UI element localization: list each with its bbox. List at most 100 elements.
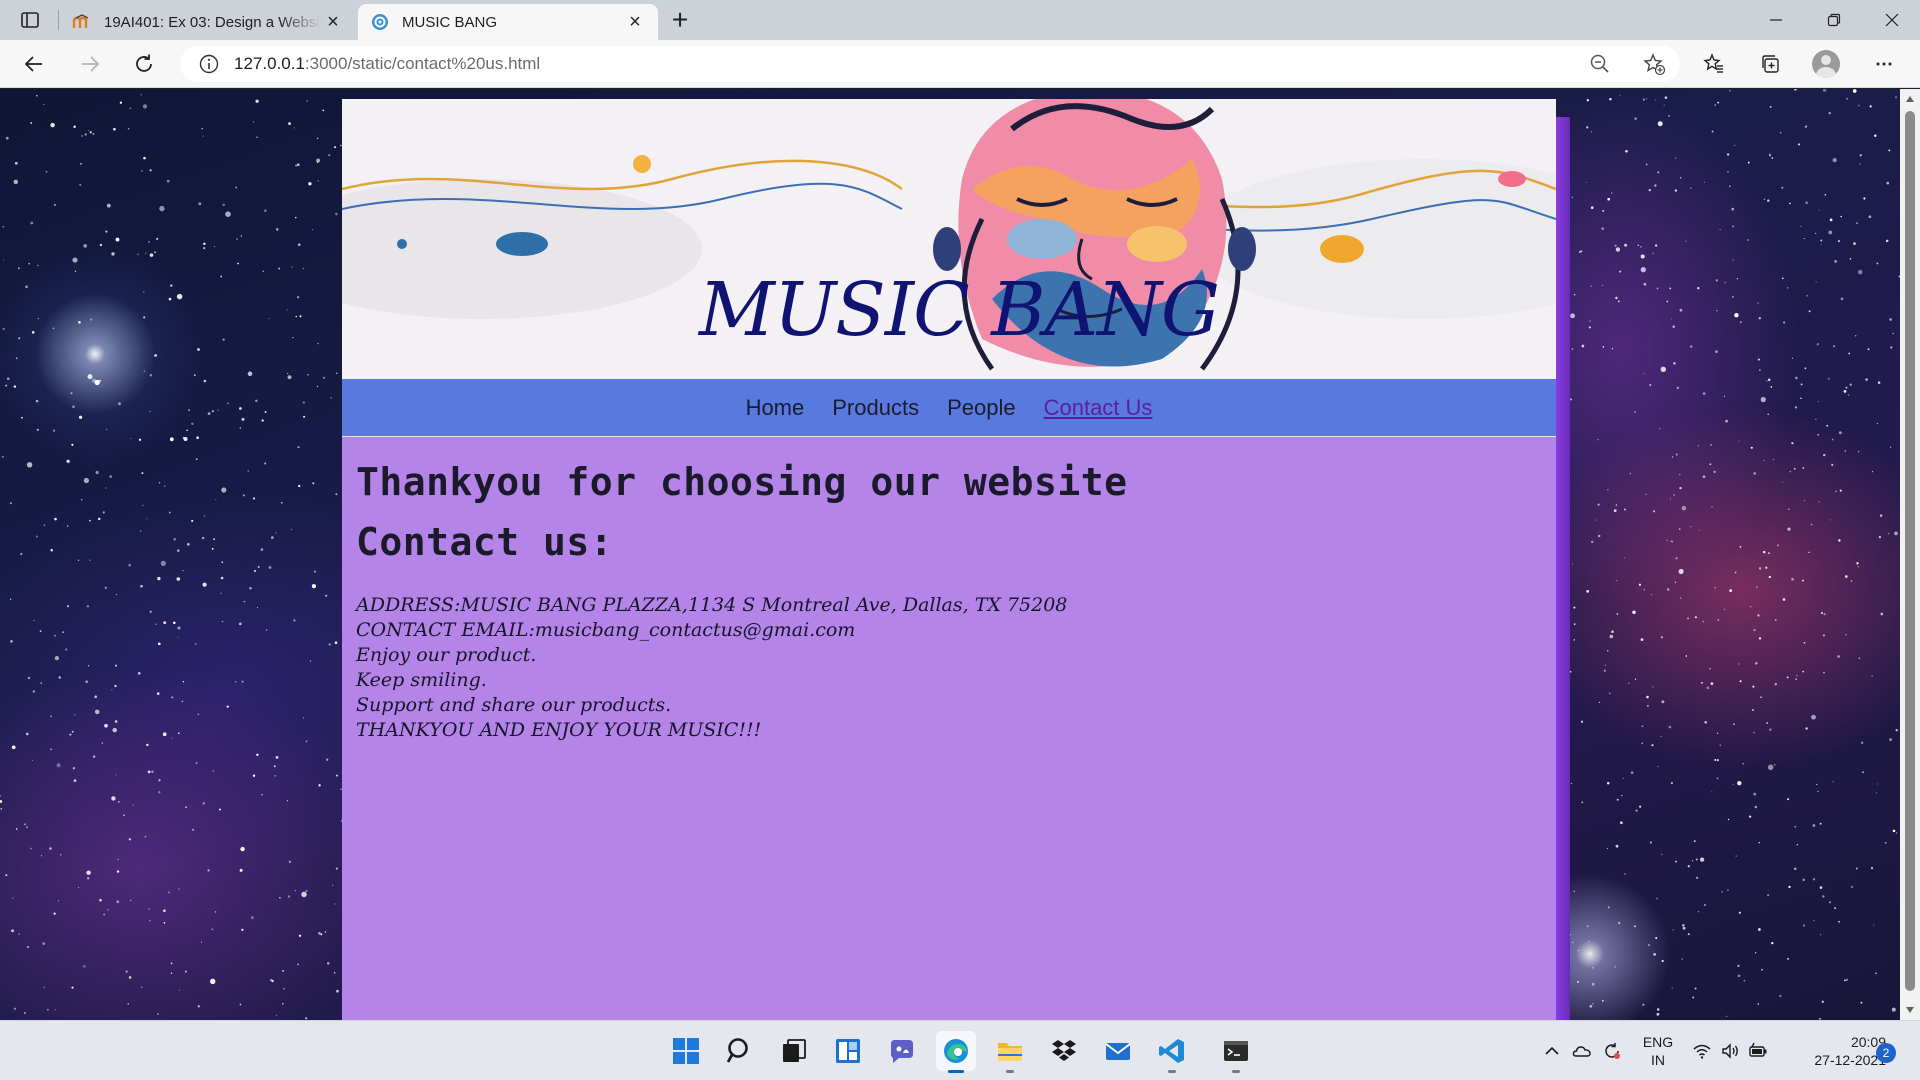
star [1652, 252, 1654, 254]
forward-button[interactable] [72, 48, 108, 80]
star [147, 770, 151, 774]
star [1674, 581, 1677, 583]
page-viewport: MUSIC BANG Home Products People Contact … [0, 89, 1900, 1020]
settings-menu-button[interactable] [1866, 48, 1902, 80]
star [112, 727, 117, 733]
close-tab-icon[interactable]: × [624, 11, 646, 33]
terminal-button[interactable] [1216, 1031, 1256, 1073]
star [1606, 847, 1608, 849]
tab-ex03[interactable]: 19AI401: Ex 03: Design a Website × [60, 4, 356, 40]
star [177, 636, 179, 638]
back-button[interactable] [16, 48, 52, 80]
refresh-button[interactable] [126, 48, 162, 80]
site-info-icon[interactable] [198, 53, 220, 75]
taskbar-search-button[interactable] [720, 1031, 760, 1071]
scrollbar-thumb[interactable] [1905, 111, 1915, 991]
star [1855, 335, 1857, 337]
star [1577, 949, 1580, 951]
wifi-tray-button[interactable] [1690, 1039, 1714, 1063]
show-hidden-icons-button[interactable] [1540, 1039, 1564, 1063]
task-view-button[interactable] [774, 1031, 814, 1071]
close-tab-icon[interactable]: × [322, 11, 344, 33]
battery-tray-button[interactable] [1746, 1039, 1770, 1063]
star [1702, 475, 1706, 479]
scroll-up-icon[interactable] [1905, 95, 1915, 103]
minimize-button[interactable] [1748, 0, 1804, 40]
star [1673, 362, 1676, 365]
star [1682, 926, 1686, 930]
zoom-icon[interactable] [1588, 52, 1612, 76]
page-scrollbar[interactable] [1900, 89, 1920, 1020]
star [260, 548, 264, 551]
star [1791, 357, 1794, 359]
star [252, 121, 255, 123]
star [115, 774, 117, 776]
star [1857, 450, 1860, 453]
volume-tray-button[interactable] [1718, 1039, 1742, 1063]
star [316, 385, 319, 387]
close-window-button[interactable] [1864, 0, 1920, 40]
star [1659, 428, 1661, 430]
star [141, 170, 143, 172]
nav-contact-us-link[interactable]: Contact Us [1044, 395, 1153, 421]
widgets-button[interactable] [828, 1031, 868, 1071]
tab-actions-button[interactable] [10, 6, 50, 34]
star [115, 237, 120, 242]
file-explorer-button[interactable] [990, 1031, 1030, 1073]
star [298, 934, 302, 937]
nav-products-link[interactable]: Products [832, 395, 919, 421]
star [26, 826, 28, 828]
start-button[interactable] [666, 1031, 706, 1071]
mail-button[interactable] [1098, 1031, 1138, 1071]
star [312, 229, 314, 231]
star [1727, 889, 1729, 891]
new-tab-button[interactable]: + [664, 4, 696, 35]
star [237, 262, 239, 265]
sync-tray-button[interactable] [1600, 1039, 1624, 1063]
star [1602, 346, 1605, 348]
star [1823, 671, 1825, 674]
star [1806, 294, 1809, 297]
star [1827, 377, 1830, 380]
vscode-button[interactable] [1152, 1031, 1192, 1073]
profile-avatar[interactable] [1812, 50, 1840, 78]
star [191, 519, 194, 522]
star [1674, 189, 1678, 192]
star [1857, 566, 1859, 568]
star [1843, 390, 1847, 393]
clock[interactable]: 20:09 27-12-2021 [1790, 1033, 1886, 1069]
tab-music-bang[interactable]: MUSIC BANG × [358, 4, 658, 40]
star [257, 565, 260, 568]
star [102, 511, 105, 514]
tab-title: 19AI401: Ex 03: Design a Website [104, 13, 322, 31]
star [332, 884, 334, 886]
back-arrow-icon [24, 56, 42, 72]
favorites-button[interactable] [1696, 48, 1732, 80]
star [5, 136, 9, 140]
chat-button[interactable] [882, 1031, 922, 1071]
star [52, 327, 55, 330]
nav-home-link[interactable]: Home [746, 395, 805, 421]
star [1714, 758, 1717, 761]
star [143, 316, 146, 319]
onedrive-tray-button[interactable] [1570, 1039, 1594, 1063]
edge-taskbar-button[interactable] [936, 1031, 976, 1073]
star [1824, 193, 1827, 196]
address-bar[interactable]: 127.0.0.1:3000/static/contact%20us.html [180, 46, 1680, 82]
collections-button[interactable] [1752, 48, 1788, 80]
star [236, 238, 238, 240]
add-favorite-icon[interactable] [1642, 52, 1666, 76]
restore-button[interactable] [1806, 0, 1862, 40]
star [256, 753, 259, 757]
notification-badge[interactable]: 2 [1876, 1043, 1896, 1063]
scroll-down-icon[interactable] [1905, 1006, 1915, 1014]
nav-people-link[interactable]: People [947, 395, 1016, 421]
star [194, 643, 197, 645]
star [149, 253, 154, 257]
star [242, 494, 245, 497]
dropbox-button[interactable] [1044, 1031, 1084, 1071]
language-indicator[interactable]: ENG IN [1640, 1033, 1676, 1069]
star [14, 161, 18, 165]
site-title: MUSIC BANG [699, 267, 1220, 353]
star [1862, 771, 1864, 773]
